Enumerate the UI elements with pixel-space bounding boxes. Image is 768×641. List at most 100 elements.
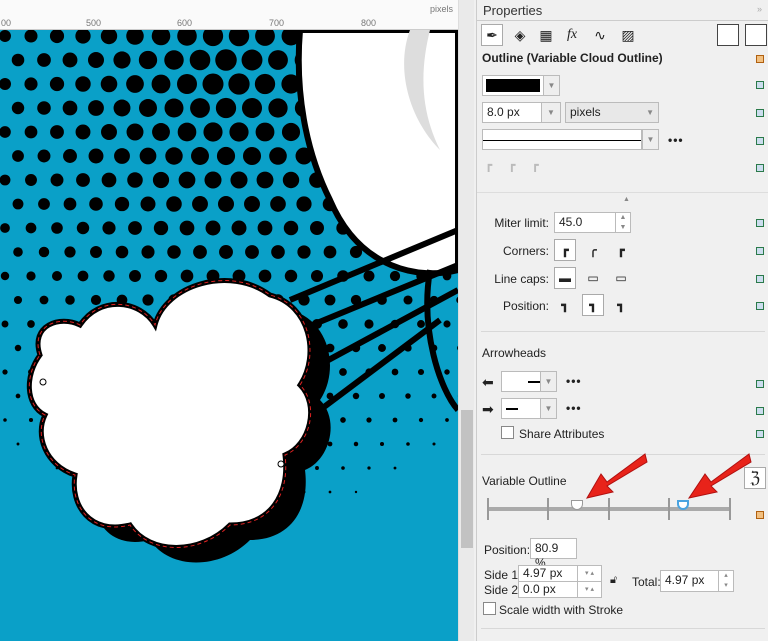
expand-panel-icon[interactable]: » (757, 4, 762, 14)
halftone-dot (11, 53, 25, 67)
halftone-dot (62, 100, 78, 116)
halftone-dot (142, 294, 154, 306)
lock-icon[interactable] (756, 302, 764, 310)
lock-icon[interactable] (756, 275, 764, 283)
butt-cap-icon[interactable]: ▬ (554, 267, 576, 289)
ruler-label: 500 (86, 18, 102, 28)
scale-width-checkbox[interactable] (483, 602, 496, 615)
halftone-dot (255, 122, 275, 142)
side1-spinner[interactable]: ▾ ▴ (577, 565, 602, 582)
var-position-label: Position: (484, 543, 531, 557)
halftone-dot (378, 344, 386, 352)
halftone-dot (192, 196, 208, 212)
line-style-dropdown[interactable]: ▼ (642, 129, 659, 150)
halftone-dot (154, 269, 168, 283)
end-arrowhead-dropdown[interactable]: ▼ (540, 398, 557, 419)
lock-icon[interactable] (756, 137, 764, 145)
halftone-dot (269, 147, 287, 165)
center-position-icon[interactable]: ┓ (582, 294, 604, 316)
ruler-unit: pixels (430, 4, 454, 14)
halftone-dot (64, 246, 76, 258)
lock-icon[interactable] (756, 380, 764, 388)
start-arrowhead-select[interactable] (501, 371, 541, 392)
collapse-section-icon[interactable] (756, 511, 764, 519)
bevel-corner-icon[interactable]: ┏ (610, 239, 632, 261)
collapse-up-icon[interactable]: ▲ (623, 196, 630, 203)
more-line-style-button[interactable]: ••• (668, 133, 684, 147)
outline-color-picker[interactable] (482, 75, 544, 96)
halftone-dot (405, 393, 411, 399)
halftone-dot (353, 441, 359, 447)
round-cap-icon[interactable]: ▭ (582, 267, 604, 289)
lock-icon[interactable] (756, 81, 764, 89)
dash-corner-icons[interactable]: ┏┏┏ (485, 158, 555, 172)
lock-icon[interactable] (756, 164, 764, 172)
units-select[interactable]: pixels ▼ (565, 102, 659, 123)
halftone-dot (443, 320, 451, 328)
outline-width-field[interactable]: 8.0 px (482, 102, 542, 123)
vertical-scrollbar[interactable] (458, 0, 474, 641)
start-arrowhead-options-button[interactable]: ••• (566, 374, 582, 388)
side2-spinner[interactable]: ▾ ▴ (577, 581, 602, 598)
halftone-dot (12, 150, 24, 162)
collapse-section-icon[interactable] (756, 55, 764, 63)
halftone-dot (242, 146, 262, 166)
drawing-canvas[interactable]: 00 500 600 700 800 pixels (0, 0, 458, 641)
color-dropdown[interactable]: ▼ (543, 75, 560, 96)
halftone-dot (230, 171, 248, 189)
inside-position-icon[interactable]: ┓ (610, 294, 632, 316)
transparency-icon[interactable]: ▦ (535, 24, 557, 46)
end-arrowhead-select[interactable] (501, 398, 541, 419)
halftone-dot (177, 122, 197, 142)
halftone-dot (366, 417, 372, 423)
lock-icon[interactable] (756, 407, 764, 415)
end-arrowhead-options-button[interactable]: ••• (566, 401, 582, 415)
share-attributes-checkbox[interactable] (501, 426, 514, 439)
image-icon[interactable]: ▨ (617, 24, 639, 46)
unlock-icon[interactable]: 🔓︎ (610, 574, 617, 587)
lock-icon[interactable] (756, 430, 764, 438)
view-frame-icon[interactable] (745, 24, 767, 46)
halftone-dot (340, 417, 346, 423)
width-dropdown[interactable]: ▼ (541, 102, 561, 123)
side1-field[interactable]: 4.97 px (518, 565, 578, 582)
lock-icon[interactable] (756, 247, 764, 255)
halftone-dot (393, 466, 397, 470)
lock-icon[interactable] (756, 109, 764, 117)
halftone-dot (215, 97, 237, 119)
halftone-dot (216, 146, 236, 166)
miter-corner-icon[interactable]: ┏ (554, 239, 576, 261)
var-position-field[interactable]: 80.9 % (530, 538, 577, 570)
curve-icon[interactable]: ∿ (589, 24, 611, 46)
line-style-select[interactable] (482, 129, 642, 150)
halftone-dot (12, 198, 24, 210)
frame-icon[interactable] (717, 24, 739, 46)
halftone-dot (113, 51, 131, 69)
side2-field[interactable]: 0.0 px (518, 581, 578, 598)
round-corner-icon[interactable]: ╭ (582, 239, 604, 261)
square-cap-icon[interactable]: ▭ (610, 267, 632, 289)
scrollbar-thumb[interactable] (461, 410, 473, 548)
halftone-dot (241, 97, 263, 119)
halftone-dot (352, 392, 360, 400)
halftone-dot (50, 173, 64, 187)
halftone-dot (50, 125, 64, 139)
lock-icon[interactable] (756, 219, 764, 227)
halftone-dot (101, 172, 117, 188)
total-spinner[interactable]: ▴ ▾ (718, 570, 734, 592)
outside-position-icon[interactable]: ┓ (554, 294, 576, 316)
halftone-dot (0, 174, 11, 186)
halftone-dot (127, 172, 143, 188)
halftone-dot (90, 294, 102, 306)
halftone-dot (25, 174, 37, 186)
start-arrowhead-dropdown[interactable]: ▼ (540, 371, 557, 392)
outline-pen-icon[interactable]: ✒ (481, 24, 503, 46)
miter-limit-field[interactable]: 45.0 (554, 212, 616, 233)
effects-fx-icon[interactable]: fx (561, 24, 583, 46)
miter-spinner[interactable]: ▲ ▼ (615, 212, 631, 233)
halftone-dot (100, 75, 118, 93)
fill-icon[interactable]: ◈ (509, 24, 531, 46)
total-field[interactable]: 4.97 px (660, 570, 719, 592)
halftone-dot (88, 100, 104, 116)
halftone-dot (65, 295, 75, 305)
